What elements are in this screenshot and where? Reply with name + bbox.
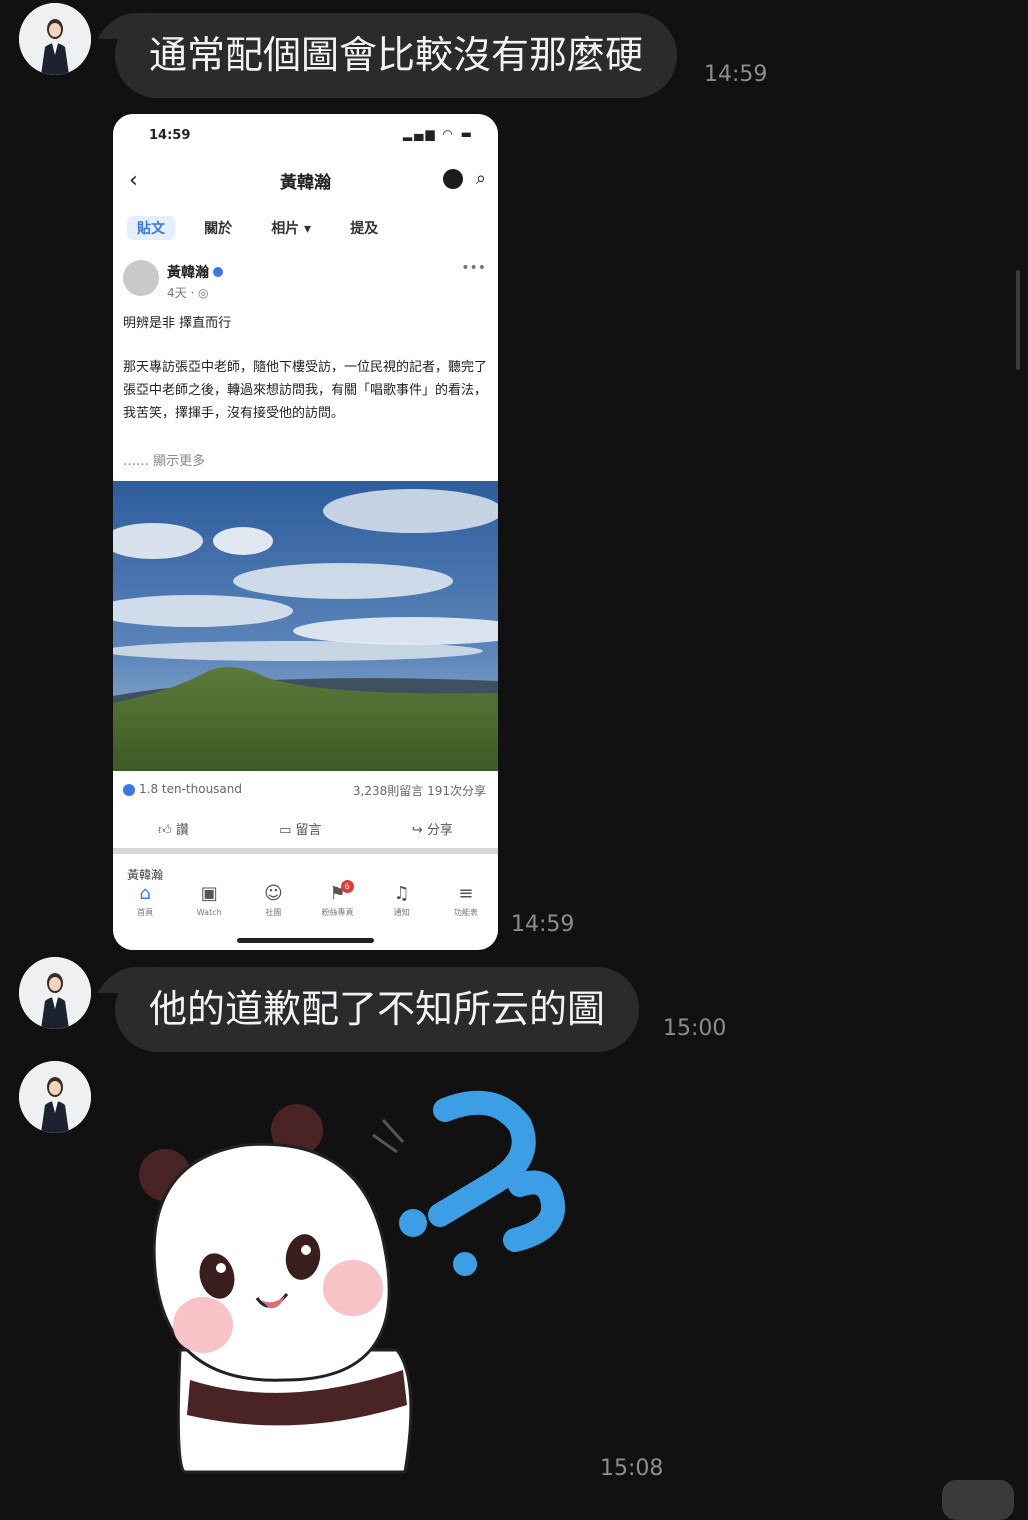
scroll-to-bottom-button[interactable] <box>942 1480 1014 1520</box>
post-author: 黃韓瀚 <box>167 262 223 282</box>
notification-badge: 6 <box>340 880 354 893</box>
message-text: 通常配個圖會比較沒有那麼硬 <box>149 33 644 77</box>
nav-notifications: ♫ 通知 <box>382 880 422 924</box>
see-more: …… 顯示更多 <box>123 454 206 469</box>
comment-share-counts: 3,238則留言 191次分享 <box>352 784 486 798</box>
message-time: 15:08 <box>600 1456 664 1481</box>
like-label: 讚 <box>175 823 189 838</box>
post-author-name: 黃韓瀚 <box>167 265 209 281</box>
share-label: 分享 <box>426 823 453 838</box>
menu-icon: ≡ <box>458 883 474 904</box>
post-body: 那天專訪張亞中老師，隨他下樓受訪，一位民視的記者，聽完了張亞中老師之後，轉過來想… <box>123 360 488 421</box>
nav-label: 粉絲專頁 <box>321 908 354 917</box>
like-action: 👍︎ 讚 <box>158 819 189 838</box>
nav-pages: ⚑ 6 粉絲專頁 <box>318 880 358 924</box>
bell-icon: ♫ <box>393 883 410 904</box>
status-time: 14:59 <box>149 128 191 143</box>
tab-mentions: 提及 <box>350 221 379 237</box>
post-avatar <box>123 260 159 296</box>
tab-about: 關於 <box>204 221 233 237</box>
reaction-count: 1.8 ten-thousand <box>139 782 243 796</box>
person-avatar-icon <box>19 1061 91 1133</box>
nav-groups: ☺ 社團 <box>253 880 293 924</box>
home-indicator <box>237 938 374 943</box>
landscape-photo <box>113 481 498 771</box>
comment-label: 留言 <box>295 823 322 838</box>
message-bubble[interactable]: 通常配個圖會比較沒有那麼硬 <box>115 13 678 98</box>
comment-action: ▭ 留言 <box>279 819 321 838</box>
verified-icon <box>213 267 223 277</box>
scrollbar-thumb[interactable] <box>1016 270 1020 370</box>
comment-icon: ▭ <box>279 823 296 838</box>
post-actions: 👍︎ 讚 ▭ 留言 ↪ 分享 <box>113 819 498 838</box>
bottom-nav: ⌂ 首頁 ▣ Watch ☺ 社團 ⚑ 6 粉絲專頁 ♫ 通知 ≡ 功能表 <box>113 880 498 930</box>
nav-home: ⌂ 首頁 <box>125 880 165 924</box>
post-title: 明辨是非 擇直而行 <box>123 316 232 331</box>
message-time: 14:59 <box>511 912 575 937</box>
nav-label: 通知 <box>393 908 410 917</box>
share-action: ↪ 分享 <box>412 819 453 838</box>
messenger-icon <box>442 168 463 189</box>
groups-icon: ☺ <box>264 883 283 904</box>
tab-photos: 相片 ▾ <box>271 221 312 237</box>
person-avatar-icon <box>19 957 91 1029</box>
header-icons: ⌕ <box>442 168 486 189</box>
message-text: 他的道歉配了不知所云的圖 <box>149 987 606 1031</box>
nav-menu: ≡ 功能表 <box>446 880 486 924</box>
post-separator <box>113 848 498 854</box>
watch-icon: ▣ <box>200 883 218 904</box>
message-bubble[interactable]: 他的道歉配了不知所云的圖 <box>115 967 640 1052</box>
message-time: 14:59 <box>704 62 768 87</box>
home-icon: ⌂ <box>139 883 151 904</box>
post-meta: 4天 · ◎ <box>167 286 209 300</box>
image-message[interactable]: 14:59 ▂▄▆ ◠ ▬ ‹ 黃韓瀚 ⌕ 貼文 關於 相片 ▾ 提及 黃韓瀚 … <box>113 114 498 950</box>
thumbs-up-icon: 👍︎ <box>158 823 176 838</box>
person-avatar-icon <box>19 3 91 75</box>
sender-avatar[interactable] <box>19 957 91 1029</box>
page-name: 黃韓瀚 <box>280 173 331 193</box>
status-icons: ▂▄▆ ◠ ▬ <box>402 127 474 141</box>
profile-tabs: 貼文 關於 相片 ▾ 提及 <box>127 216 484 244</box>
nav-watch: ▣ Watch <box>189 880 229 924</box>
reaction-summary: 1.8 ten-thousand <box>123 782 242 796</box>
share-icon: ↪ <box>411 823 427 838</box>
search-icon: ⌕ <box>475 168 486 189</box>
nav-label: 首頁 <box>137 908 154 917</box>
panda-sticker[interactable] <box>135 1080 575 1480</box>
sender-avatar[interactable] <box>19 3 91 75</box>
nav-label: 功能表 <box>453 908 478 917</box>
question-mark-icon <box>428 1090 565 1252</box>
more-icon: ••• <box>461 260 486 276</box>
message-time: 15:00 <box>663 1016 727 1041</box>
tab-posts: 貼文 <box>127 216 175 240</box>
nav-label: 社團 <box>265 908 282 917</box>
like-reaction-icon <box>123 783 135 796</box>
sender-avatar[interactable] <box>19 1061 91 1133</box>
nav-label: Watch <box>196 908 222 917</box>
